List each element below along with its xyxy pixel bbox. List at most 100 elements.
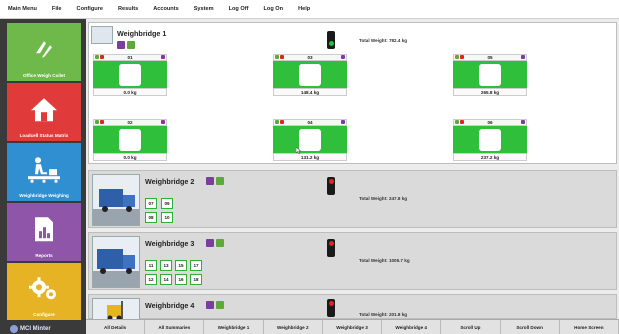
loadcell-id: 02 xyxy=(93,119,167,126)
menu-log-on[interactable]: Log On xyxy=(263,6,283,12)
loadcell-weight: 0.0 kg xyxy=(93,153,167,161)
sidebar-item-label: Reports xyxy=(35,253,53,258)
mouse-cursor-icon xyxy=(296,147,301,154)
traffic-light-icon xyxy=(327,31,335,49)
loadcell-chip[interactable]: 18 xyxy=(190,274,202,285)
truck-image xyxy=(92,236,140,288)
sidebar-item-configure[interactable]: Configure xyxy=(7,263,81,320)
menu-results[interactable]: Results xyxy=(118,6,138,12)
loadcell-card[interactable]: 03 148.4 kg xyxy=(273,54,347,98)
wifi-icon xyxy=(95,120,99,124)
menu-bar: Main Menu File Configure Results Account… xyxy=(0,0,619,19)
sidebar-item-label: Loadcell Status Matrix xyxy=(19,133,69,138)
loadcell-chip[interactable]: 16 xyxy=(175,274,187,285)
menu-help[interactable]: Help xyxy=(298,6,310,12)
sidebar-item-loadcell-status[interactable]: Loadcell Status Matrix xyxy=(7,83,81,141)
total-weight: Total Weight: 247.8 kg xyxy=(359,196,408,201)
report-chart-icon xyxy=(35,217,53,242)
weighbridge-title: Weighbridge 3 xyxy=(145,239,195,248)
weighbridge-thumbnail xyxy=(91,26,113,44)
wifi-icon xyxy=(455,55,459,59)
loadcell-weight: 131.2 kg xyxy=(273,153,347,161)
refresh-badge-icon[interactable] xyxy=(127,41,135,49)
menu-file[interactable]: File xyxy=(52,6,62,12)
sidebar-item-office-weigh[interactable]: Office Weigh Coilet xyxy=(7,23,81,81)
loadcell-card[interactable]: 05 265.8 kg xyxy=(453,54,527,98)
loadcell-image xyxy=(479,64,501,86)
weighbridge-title: Weighbridge 2 xyxy=(145,177,195,186)
loadcell-chip[interactable]: 13 xyxy=(160,260,172,271)
loadcell-id: 03 xyxy=(273,54,347,61)
loadcell-weight: 148.4 kg xyxy=(273,88,347,96)
info-icon xyxy=(161,55,165,59)
sidebar: Office Weigh Coilet Loadcell Status Matr… xyxy=(0,19,86,334)
refresh-badge-icon[interactable] xyxy=(216,177,224,185)
loadcell-chip[interactable]: 08 xyxy=(145,212,157,223)
loadcell-chip[interactable]: 12 xyxy=(145,274,157,285)
weighbridge-4-button[interactable]: Weighbridge 4 xyxy=(382,320,442,334)
weighbridge-3-button[interactable]: Weighbridge 3 xyxy=(323,320,383,334)
loadcell-chip[interactable]: 17 xyxy=(190,260,202,271)
menu-configure[interactable]: Configure xyxy=(77,6,103,12)
menu-main[interactable]: Main Menu xyxy=(8,6,37,12)
brand-name: MCI Minter xyxy=(20,325,51,332)
weighbridge-3-panel[interactable]: Weighbridge 3 Total Weight: 1005.7 kg 11… xyxy=(88,232,617,290)
loadcell-id: 05 xyxy=(453,54,527,61)
loadcell-chip[interactable]: 14 xyxy=(160,274,172,285)
traffic-light-icon xyxy=(327,299,335,317)
loadcell-image xyxy=(119,129,141,151)
info-badge-icon[interactable] xyxy=(117,41,125,49)
loadcell-id: 04 xyxy=(273,119,347,126)
main-panel: Weighbridge 1 Total Weight: 782.4 kg 01 … xyxy=(86,19,619,320)
info-icon xyxy=(341,120,345,124)
all-summaries-button[interactable]: All Summaries xyxy=(145,320,205,334)
weighbridge-2-button[interactable]: Weighbridge 2 xyxy=(264,320,323,334)
loadcell-id: 01 xyxy=(93,54,167,61)
loadcell-weight: 0.0 kg xyxy=(93,88,167,96)
alert-icon xyxy=(460,55,464,59)
loadcell-chip[interactable]: 07 xyxy=(145,198,157,209)
scroll-up-button[interactable]: Scroll Up xyxy=(441,320,501,334)
alert-icon xyxy=(460,120,464,124)
menu-system[interactable]: System xyxy=(194,6,214,12)
traffic-light-icon xyxy=(327,239,335,257)
weighbridge-2-panel[interactable]: Weighbridge 2 Total Weight: 247.8 kg 07 … xyxy=(88,170,617,228)
wifi-icon xyxy=(95,55,99,59)
alert-icon xyxy=(280,55,284,59)
total-weight: Total Weight: 201.8 kg xyxy=(359,312,408,317)
info-icon xyxy=(341,55,345,59)
weighbridge-1-button[interactable]: Weighbridge 1 xyxy=(204,320,264,334)
weighbridge-4-panel[interactable]: Weighbridge 4 Total Weight: 201.8 kg xyxy=(88,294,617,320)
traffic-light-icon xyxy=(327,177,335,195)
info-badge-icon[interactable] xyxy=(206,239,214,247)
loadcell-card[interactable]: 01 0.0 kg xyxy=(93,54,167,98)
home-icon xyxy=(31,98,57,122)
truck-image xyxy=(92,174,140,226)
info-icon xyxy=(521,55,525,59)
weigh-logo-icon xyxy=(36,41,52,58)
weighbridge-1-panel[interactable]: Weighbridge 1 Total Weight: 782.4 kg 01 … xyxy=(88,22,617,164)
home-screen-button[interactable]: Home Screen xyxy=(560,320,619,334)
refresh-badge-icon[interactable] xyxy=(216,239,224,247)
loadcell-chip[interactable]: 09 xyxy=(161,198,173,209)
all-details-button[interactable]: All Details xyxy=(86,320,146,334)
loadcell-card[interactable]: 04 131.2 kg xyxy=(273,119,347,163)
scroll-down-button[interactable]: Scroll Down xyxy=(501,320,560,334)
sidebar-item-label: Configure xyxy=(33,312,55,317)
gears-icon xyxy=(29,276,56,299)
loadcell-weight: 237.2 kg xyxy=(453,153,527,161)
loadcell-card[interactable]: 06 237.2 kg xyxy=(453,119,527,163)
menu-log-off[interactable]: Log Off xyxy=(229,6,249,12)
loadcell-chip[interactable]: 10 xyxy=(161,212,173,223)
info-badge-icon[interactable] xyxy=(206,301,214,309)
menu-accounts[interactable]: Accounts xyxy=(153,6,179,12)
sidebar-item-reports[interactable]: Reports xyxy=(7,203,81,261)
refresh-badge-icon[interactable] xyxy=(216,301,224,309)
info-badge-icon[interactable] xyxy=(206,177,214,185)
forklift-image xyxy=(92,298,140,320)
loadcell-weight: 265.8 kg xyxy=(453,88,527,96)
loadcell-card[interactable]: 02 0.0 kg xyxy=(93,119,167,163)
loadcell-chip[interactable]: 11 xyxy=(145,260,157,271)
sidebar-item-weighbridge-weighing[interactable]: Weighbridge Weighing xyxy=(7,143,81,201)
loadcell-chip[interactable]: 15 xyxy=(175,260,187,271)
